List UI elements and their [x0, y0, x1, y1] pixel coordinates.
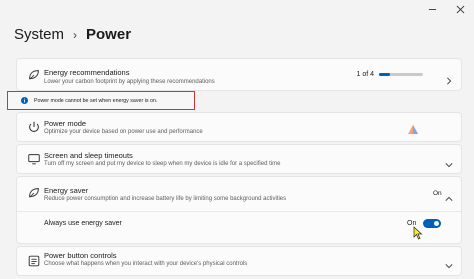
energy-saver-state: On: [433, 190, 442, 197]
energy-recommendations-title: Energy recommendations: [44, 68, 130, 77]
minimize-icon: [428, 8, 436, 10]
minimize-button[interactable]: [418, 0, 446, 18]
power-mode-title: Power mode: [44, 119, 87, 128]
chevron-up-icon: [445, 190, 453, 201]
power-mode-description: Optimize your device based on power use …: [44, 129, 203, 135]
notice-text: Power mode cannot be set when energy sav…: [34, 97, 158, 104]
recommendations-progress-bar: [379, 73, 423, 76]
close-button[interactable]: [446, 0, 474, 18]
chevron-right-icon: [445, 72, 453, 85]
energy-recommendations-card[interactable]: Energy recommendations Lower your carbon…: [16, 58, 462, 91]
cursor-icon: [413, 226, 423, 240]
power-button-description: Choose what happens when you interact wi…: [44, 261, 248, 267]
monitor-icon: [27, 152, 41, 166]
window-controls: [418, 0, 474, 18]
breadcrumb: System › Power: [14, 26, 131, 43]
divider: [17, 211, 461, 212]
always-energy-saver-toggle[interactable]: [423, 219, 441, 228]
breadcrumb-separator: ›: [73, 27, 78, 42]
power-button-card[interactable]: Power button controls Choose what happen…: [16, 246, 462, 276]
energy-saver-title: Energy saver: [44, 186, 89, 195]
screen-sleep-card[interactable]: Screen and sleep timeouts Turn off my sc…: [16, 144, 462, 174]
energy-saver-notice: Power mode cannot be set when energy sav…: [7, 91, 195, 110]
energy-recommendations-description: Lower your carbon footprint by applying …: [44, 79, 215, 85]
screen-sleep-description: Turn off my screen and put my device to …: [44, 161, 281, 167]
power-button-icon: [27, 254, 41, 268]
energy-saver-description: Reduce power consumption and increase ba…: [44, 196, 287, 202]
energy-saver-icon: [27, 186, 41, 200]
recommendations-progress: 1 of 4: [356, 71, 423, 78]
info-icon: [21, 97, 28, 104]
leaf-icon: [27, 68, 41, 82]
recommendations-progress-text: 1 of 4: [356, 71, 374, 78]
chevron-down-icon: [445, 156, 453, 168]
close-icon: [456, 5, 464, 13]
power-mode-icon: [27, 120, 41, 134]
always-energy-saver-label: Always use energy saver: [44, 220, 122, 227]
app-icon: [407, 123, 419, 135]
breadcrumb-system[interactable]: System: [14, 26, 64, 43]
toggle-knob: [434, 221, 439, 226]
chevron-down-icon: [445, 257, 453, 269]
page-title: Power: [86, 26, 132, 43]
screen-sleep-title: Screen and sleep timeouts: [44, 151, 133, 160]
power-mode-card[interactable]: Power mode Optimize your device based on…: [16, 112, 462, 142]
recommendations-progress-fill: [379, 73, 390, 76]
energy-saver-card[interactable]: Energy saver Reduce power consumption an…: [16, 176, 462, 244]
power-button-title: Power button controls: [44, 251, 117, 260]
